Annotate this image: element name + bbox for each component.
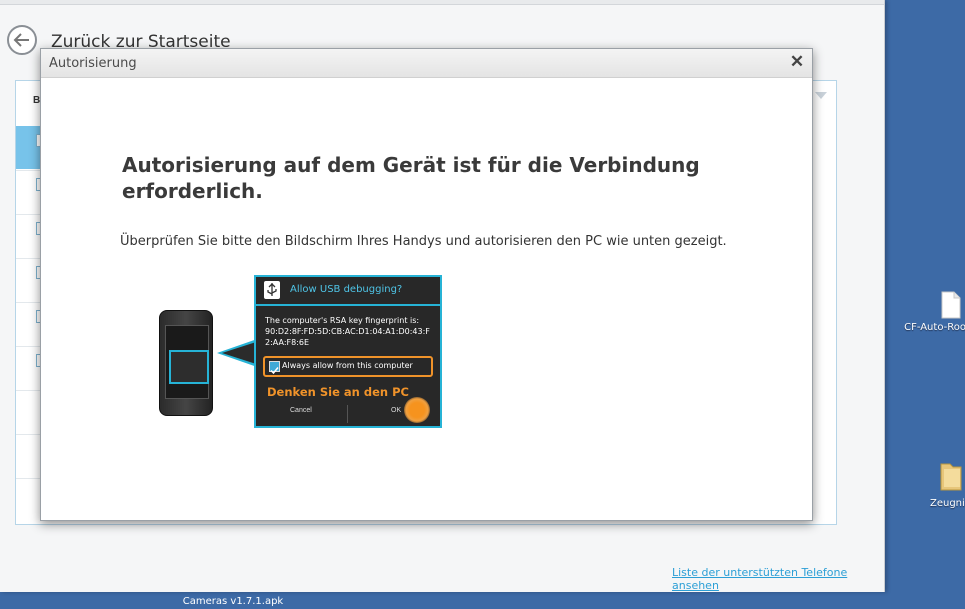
back-button[interactable]: [7, 25, 37, 55]
usb-debugging-dialog: Allow USB debugging? The computer's RSA …: [254, 275, 442, 428]
button-divider: [347, 405, 348, 423]
file-name-line: Cameras v1.7.1.apk: [182, 596, 284, 607]
desktop-icon-label[interactable]: Zeugnis: [920, 498, 965, 509]
usb-dialog-body: The computer's RSA key fingerprint is: 9…: [265, 315, 437, 348]
phone-image: [159, 310, 213, 416]
check-icon: [269, 361, 280, 375]
always-allow-row: Always allow from this computer: [263, 356, 433, 377]
fingerprint-value: 90:D2:8F:FD:5D:CB:AC:D1:04:A1:D0:43:F2:A…: [265, 327, 430, 347]
desktop-icon-label[interactable]: CF-Auto-Root: [897, 322, 965, 333]
arrow-left-icon: [13, 33, 29, 47]
fingerprint-label: The computer's RSA key fingerprint is:: [265, 316, 420, 325]
dialog-title: Autorisierung: [49, 56, 137, 71]
cancel-label: Cancel: [290, 407, 312, 414]
usb-icon: [264, 281, 280, 299]
reminder-text: Denken Sie an den PC: [267, 385, 409, 399]
usb-dialog-header: Allow USB debugging?: [256, 277, 440, 306]
document-icon[interactable]: [940, 291, 962, 324]
ok-label: OK: [391, 407, 402, 414]
selected-list-item[interactable]: [16, 126, 42, 169]
dialog-titlebar: Autorisierung ✕: [41, 49, 812, 78]
supported-phones-link[interactable]: Liste der unterstützten Telefone ansehen: [672, 566, 884, 592]
usb-dialog-title: Allow USB debugging?: [290, 284, 403, 295]
callout-arrow-inner: [222, 342, 256, 364]
authorization-dialog: Autorisierung ✕ Autorisierung auf dem Ge…: [40, 48, 813, 521]
dialog-heading: Autorisierung auf dem Gerät ist für die …: [122, 153, 700, 203]
dialog-instruction: Überprüfen Sie bitte den Bildschirm Ihre…: [120, 234, 727, 249]
folder-icon[interactable]: [938, 460, 964, 497]
phone-usb-dialog: [169, 350, 209, 384]
app-top-border: [0, 0, 884, 5]
close-icon[interactable]: ✕: [788, 53, 806, 71]
always-allow-label: Always allow from this computer: [282, 361, 413, 370]
tap-indicator-icon: [404, 397, 430, 423]
scroll-down-arrow-icon[interactable]: [815, 92, 827, 99]
phone-screen: [165, 325, 209, 399]
